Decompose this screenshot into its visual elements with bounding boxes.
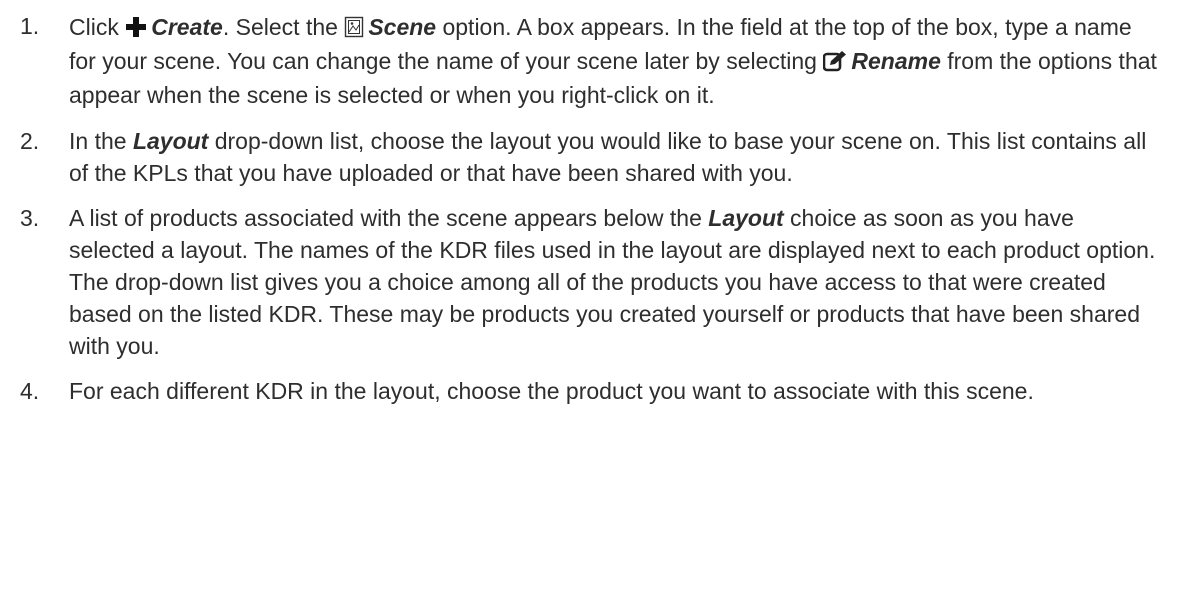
layout-label: Layout [132,128,209,154]
step-3: 3. A list of products associated with th… [20,202,1160,362]
edit-icon [823,50,847,72]
step-text-fragment: Click [69,14,126,40]
step-text: In the Layout drop-down list, choose the… [69,125,1160,189]
step-number: 3. [20,205,40,231]
step-text-fragment: In the [69,128,133,154]
instructions-document: 1. Click Create. Select the Scene option… [0,0,1200,407]
step-1: 1. Click Create. Select the Scene option… [20,10,1160,112]
step-text: For each different KDR in the layout, ch… [69,375,1160,407]
step-4: 4. For each different KDR in the layout,… [20,375,1160,407]
scene-icon [344,16,364,38]
rename-label: Rename [851,48,941,74]
step-2: 2. In the Layout drop-down list, choose … [20,125,1160,189]
step-number: 1. [20,13,40,39]
plus-icon [125,16,147,38]
step-text: A list of products associated with the s… [69,202,1160,362]
steps-list: 1. Click Create. Select the Scene option… [20,10,1160,407]
step-number: 4. [20,378,40,404]
step-text-fragment: . Select the [222,14,345,40]
step-text-fragment: A list of products associated with the s… [69,205,709,231]
create-label: Create [151,14,223,40]
step-text-fragment: For each different KDR in the layout, ch… [69,378,1034,404]
step-text: Click Create. Select the Scene option. A… [69,10,1160,112]
scene-label: Scene [368,14,437,40]
layout-label: Layout [708,205,784,231]
step-number: 2. [20,128,40,154]
step-text-fragment: drop-down list, choose the layout you wo… [69,128,1147,186]
